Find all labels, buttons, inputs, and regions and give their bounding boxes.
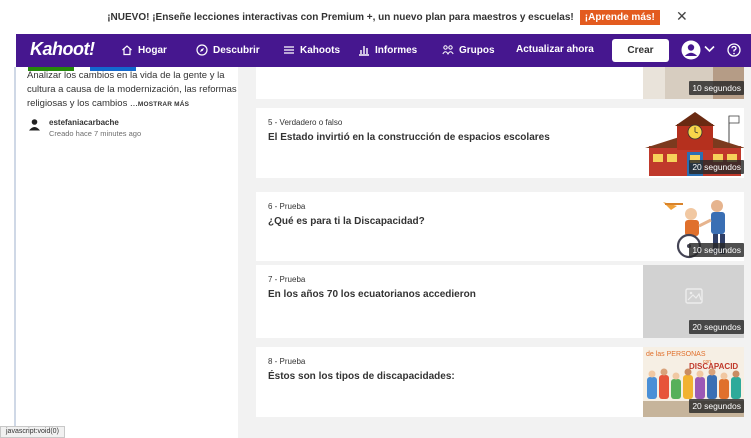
question-title: ¿Qué es para ti la Discapacidad? bbox=[268, 216, 425, 227]
nav-home[interactable]: Hogar bbox=[121, 44, 167, 56]
nav-discover[interactable]: Descubrir bbox=[196, 44, 260, 56]
browser-status-bar: javascript:void(0) bbox=[0, 426, 65, 438]
announcement-text: ¡NUEVO! ¡Enseñe lecciones interactivas c… bbox=[107, 11, 574, 23]
question-title: El Estado invirtió en la construcción de… bbox=[268, 132, 550, 143]
question-card[interactable]: 5 - Verdadero o falso El Estado invirtió… bbox=[256, 108, 744, 178]
time-badge: 20 segundos bbox=[689, 399, 744, 413]
question-type: 6 - Prueba bbox=[268, 202, 306, 211]
kahoot-description: Analizar los cambios en la vida de la ge… bbox=[27, 69, 237, 112]
nav-discover-label: Descubrir bbox=[213, 44, 260, 56]
question-card[interactable]: 6 - Prueba ¿Qué es para ti la Discapacid… bbox=[256, 192, 744, 261]
description-text: Analizar los cambios en la vida de la ge… bbox=[27, 70, 237, 109]
chart-icon bbox=[359, 46, 369, 56]
group-icon bbox=[442, 45, 454, 56]
time-badge: 20 segundos bbox=[689, 320, 744, 334]
nav-reports-label: Informes bbox=[375, 44, 418, 56]
created-time: Creado hace 7 minutes ago bbox=[49, 129, 142, 138]
question-title: En los años 70 los ecuatorianos accedier… bbox=[268, 289, 476, 300]
question-image: 20 segundos bbox=[643, 108, 744, 178]
kahoot-details-sidebar: Analizar los cambios en la vida de la ge… bbox=[16, 67, 238, 438]
user-avatar-icon[interactable] bbox=[681, 40, 701, 60]
question-image: 10 segundos bbox=[643, 67, 744, 99]
kahoot-logo[interactable]: Kahoot! bbox=[30, 39, 95, 60]
create-button[interactable]: Crear bbox=[612, 39, 669, 62]
learn-more-button[interactable]: ¡Aprende más! bbox=[579, 9, 660, 25]
question-card[interactable]: 10 segundos bbox=[256, 67, 744, 99]
nav-reports[interactable]: Informes bbox=[358, 44, 417, 56]
author-info: estefaniacarbache Creado hace 7 minutes … bbox=[28, 118, 141, 138]
nav-home-label: Hogar bbox=[138, 44, 167, 56]
question-list: 10 segundos 5 - Verdadero o falso El Est… bbox=[238, 67, 751, 438]
question-image: 20 segundos bbox=[643, 265, 744, 338]
close-icon[interactable]: ✕ bbox=[676, 8, 688, 25]
time-badge: 20 segundos bbox=[689, 160, 744, 174]
nav-kahoots[interactable]: Kahoots bbox=[283, 44, 340, 56]
time-badge: 10 segundos bbox=[689, 243, 744, 257]
author-name[interactable]: estefaniacarbache bbox=[49, 118, 141, 127]
home-icon bbox=[122, 45, 132, 56]
announcement-bar: ¡NUEVO! ¡Enseñe lecciones interactivas c… bbox=[16, 0, 751, 34]
list-icon bbox=[284, 46, 294, 54]
question-image: de las PERSONAS con DISCAPACID 20 segund… bbox=[643, 347, 744, 417]
chevron-down-icon[interactable] bbox=[704, 45, 715, 53]
help-icon[interactable] bbox=[727, 43, 741, 57]
nav-groups-label: Grupos bbox=[459, 44, 495, 56]
time-badge: 10 segundos bbox=[689, 81, 744, 95]
nav-kahoots-label: Kahoots bbox=[300, 44, 340, 56]
nav-groups[interactable]: Grupos bbox=[442, 44, 495, 56]
question-type: 5 - Verdadero o falso bbox=[268, 118, 343, 127]
question-type: 7 - Prueba bbox=[268, 275, 306, 284]
question-image: 10 segundos bbox=[643, 192, 744, 261]
user-icon bbox=[29, 119, 40, 131]
compass-icon bbox=[196, 44, 208, 56]
show-more-link[interactable]: MOSTRAR MÁS bbox=[138, 101, 189, 108]
upgrade-now-label: Actualizar ahora bbox=[516, 44, 594, 55]
question-type: 8 - Prueba bbox=[268, 357, 306, 366]
top-navigation: Kahoot! Hogar Descubrir Kahoots Informes… bbox=[16, 34, 751, 67]
question-title: Éstos son los tipos de discapacidades: bbox=[268, 371, 455, 382]
poster-text-1: de las PERSONAS bbox=[646, 351, 706, 358]
upgrade-now-link[interactable]: Actualizar ahora bbox=[516, 44, 594, 55]
question-card[interactable]: 7 - Prueba En los años 70 los ecuatorian… bbox=[256, 265, 744, 338]
question-card[interactable]: 8 - Prueba Éstos son los tipos de discap… bbox=[256, 347, 744, 417]
